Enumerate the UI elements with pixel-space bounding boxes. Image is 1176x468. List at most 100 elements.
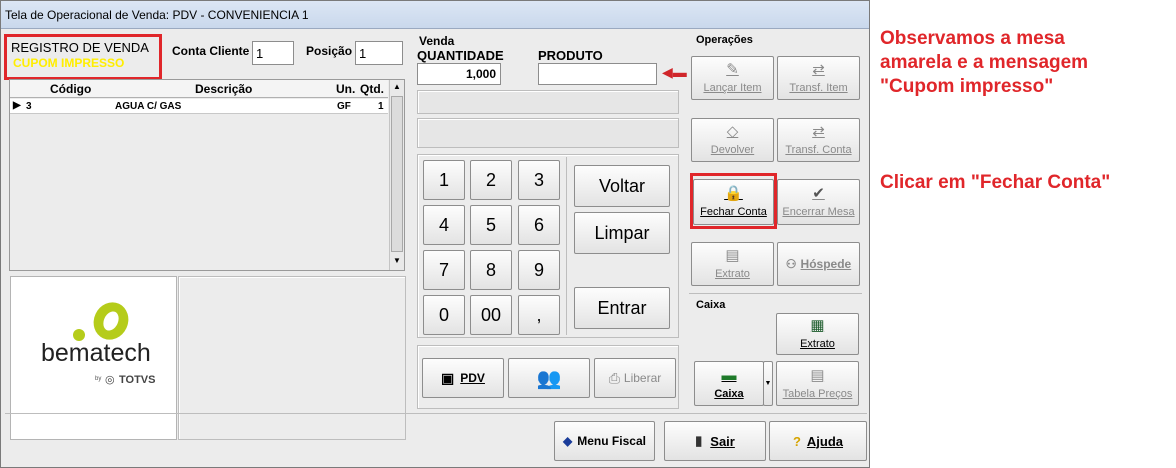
encerrar-mesa-button[interactable]: ✔ Encerrar Mesa xyxy=(777,179,860,225)
arrow-left-icon: ◀▬ xyxy=(662,64,687,80)
pdv-label: PDV xyxy=(460,371,485,385)
help-icon: ? xyxy=(792,433,801,449)
calculator-icon: ▦ xyxy=(810,317,825,334)
window-title-bar: Tela de Operacional de Venda: PDV - CONV… xyxy=(1,1,869,29)
caixa-group-divider xyxy=(689,293,862,294)
sair-button[interactable]: ▮ Sair xyxy=(664,421,766,461)
footer-divider xyxy=(5,413,867,414)
limpar-button[interactable]: Limpar xyxy=(574,212,670,254)
cell-qtd: 1 xyxy=(378,101,384,112)
extrato-caixa-button[interactable]: ▦ Extrato xyxy=(776,313,859,355)
operacoes-group-label: Operações xyxy=(696,34,753,46)
ajuda-button[interactable]: ? Ajuda xyxy=(769,421,867,461)
logo-side-panel xyxy=(178,276,406,440)
grid-header: Código Descrição Un. Qtd. xyxy=(10,80,388,98)
tabela-precos-button[interactable]: ▤ Tabela Preços xyxy=(776,361,859,406)
key-0[interactable]: 0 xyxy=(423,295,465,335)
transf-item-icon: ⇄ xyxy=(812,61,825,78)
voltar-button[interactable]: Voltar xyxy=(574,165,670,207)
scroll-thumb[interactable] xyxy=(391,96,403,252)
header-codigo[interactable]: Código xyxy=(50,82,91,96)
key-7[interactable]: 7 xyxy=(423,250,465,290)
scroll-down-icon[interactable]: ▼ xyxy=(393,256,401,265)
cash-register-icon: ▬ xyxy=(721,366,737,384)
mesa-button[interactable]: 👥 xyxy=(508,358,590,398)
row-selector-icon: ▶ xyxy=(13,100,21,111)
header-qtd[interactable]: Qtd. xyxy=(360,82,384,96)
caixa-dropdown-button[interactable]: ▼ xyxy=(763,361,773,406)
price-table-icon: ▤ xyxy=(810,366,825,384)
grid-scrollbar[interactable]: ▲ ▼ xyxy=(389,80,404,270)
menu-fiscal-button[interactable]: ◆ Menu Fiscal xyxy=(554,421,655,461)
keypad-divider xyxy=(566,157,567,335)
annotation-line-1: Observamos a mesa xyxy=(880,28,1065,49)
cell-codigo: 3 xyxy=(26,101,32,112)
logo-sub: TOTVS xyxy=(119,374,156,386)
pdv-icon: ▣ xyxy=(441,369,455,386)
key-8[interactable]: 8 xyxy=(470,250,512,290)
key-3[interactable]: 3 xyxy=(518,160,560,200)
scroll-up-icon[interactable]: ▲ xyxy=(393,82,401,91)
extrato-caixa-label: Extrato xyxy=(800,338,835,350)
key-6[interactable]: 6 xyxy=(518,205,560,245)
key-1[interactable]: 1 xyxy=(423,160,465,200)
key-comma[interactable]: , xyxy=(518,295,560,335)
header-un[interactable]: Un. xyxy=(336,82,355,96)
exit-door-icon: ▮ xyxy=(695,433,703,448)
caixa-label: Caixa xyxy=(714,387,744,400)
posicao-label: Posição xyxy=(306,44,353,58)
transf-conta-button[interactable]: ⇄ Transf. Conta xyxy=(777,118,860,162)
items-grid[interactable]: Código Descrição Un. Qtd. ▶ 3 AGUA C/ GA… xyxy=(9,79,405,271)
liberar-icon: ⎙ xyxy=(608,369,620,386)
transf-item-button[interactable]: ⇄ Transf. Item xyxy=(777,56,860,100)
posicao-input[interactable] xyxy=(355,41,403,65)
pdv-window: Tela de Operacional de Venda: PDV - CONV… xyxy=(0,0,870,468)
logo-sub-prefix: by xyxy=(95,376,102,382)
caixa-button[interactable]: ▬ Caixa xyxy=(694,361,764,406)
people-table-icon: 👥 xyxy=(536,367,562,390)
hospede-label: Hóspede xyxy=(800,257,852,271)
venda-group-label: Venda xyxy=(419,34,455,48)
header-descricao[interactable]: Descrição xyxy=(195,82,252,96)
keypad-panel: 1 2 3 4 5 6 7 8 9 0 00 , Voltar Limpar E… xyxy=(417,154,679,338)
annotation-line-2: amarela e a mensagem xyxy=(880,52,1089,73)
status-highlight-box xyxy=(4,34,162,80)
transf-item-label: Transf. Item xyxy=(789,82,848,94)
encerrar-mesa-label: Encerrar Mesa xyxy=(782,206,855,218)
key-5[interactable]: 5 xyxy=(470,205,512,245)
tabela-precos-label: Tabela Preços xyxy=(782,387,853,400)
extrato-ops-label: Extrato xyxy=(715,268,750,280)
logo-brand: bematech xyxy=(41,339,151,367)
cell-descricao: AGUA C/ GAS xyxy=(115,101,182,112)
lancar-item-icon: ✎ xyxy=(726,61,739,78)
lancar-item-button[interactable]: ✎ Lançar Item xyxy=(691,56,774,100)
window-title: Tela de Operacional de Venda: PDV - CONV… xyxy=(5,8,309,22)
conta-cliente-label: Conta Cliente xyxy=(172,44,250,58)
extrato-ops-button[interactable]: ▤ Extrato xyxy=(691,242,774,286)
key-9[interactable]: 9 xyxy=(518,250,560,290)
produto-label: PRODUTO xyxy=(538,48,603,63)
diamond-icon: ◆ xyxy=(563,434,573,448)
conta-cliente-input[interactable] xyxy=(252,41,294,65)
key-2[interactable]: 2 xyxy=(470,160,512,200)
liberar-button[interactable]: ⎙ Liberar xyxy=(594,358,676,398)
menu-fiscal-label: Menu Fiscal xyxy=(577,434,646,448)
pdv-button[interactable]: ▣ PDV xyxy=(422,358,504,398)
quantidade-input[interactable] xyxy=(417,63,501,85)
hospede-button[interactable]: ⚇ Hóspede xyxy=(777,242,860,286)
devolver-label: Devolver xyxy=(710,144,755,156)
transf-conta-label: Transf. Conta xyxy=(785,144,852,156)
key-00[interactable]: 00 xyxy=(470,295,512,335)
ajuda-label: Ajuda xyxy=(806,433,844,449)
entrar-button[interactable]: Entrar xyxy=(574,287,670,329)
key-4[interactable]: 4 xyxy=(423,205,465,245)
caixa-group-label: Caixa xyxy=(696,299,726,311)
guest-icon: ⚇ xyxy=(785,257,797,271)
table-row[interactable]: ▶ 3 AGUA C/ GAS GF 1 xyxy=(10,99,388,114)
produto-input[interactable] xyxy=(538,63,657,85)
sair-label: Sair xyxy=(710,433,735,449)
info-display-1 xyxy=(417,90,679,114)
info-display-2 xyxy=(417,118,679,148)
action-panel: ▣ PDV 👥 ⎙ Liberar xyxy=(417,345,679,409)
devolver-button[interactable]: ◇ Devolver xyxy=(691,118,774,162)
